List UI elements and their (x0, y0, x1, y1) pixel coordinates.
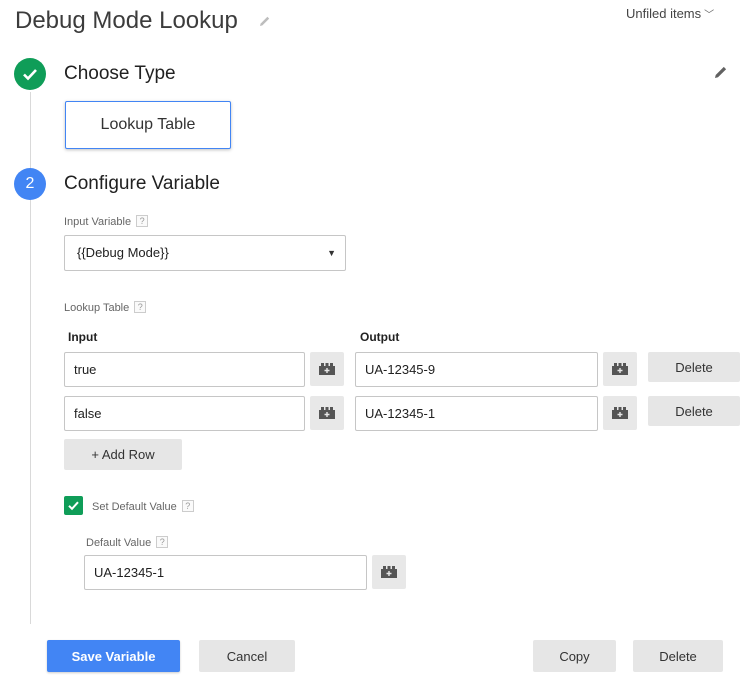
check-icon (23, 69, 37, 81)
row2-input-field[interactable]: false (64, 396, 305, 431)
help-icon[interactable]: ? (156, 536, 169, 548)
row1-output-variable-button[interactable] (603, 352, 637, 386)
folder-dropdown[interactable]: Unfiled items ﹀ (626, 6, 714, 24)
folder-label: Unfiled items (626, 6, 702, 21)
set-default-label: Set Default Value (92, 501, 177, 513)
lookup-table-label-row: Lookup Table? (64, 301, 147, 315)
chevron-down-icon: ﹀ (704, 10, 715, 21)
default-value-variable-button[interactable] (372, 555, 406, 589)
help-icon[interactable]: ? (136, 215, 149, 227)
variable-brick-icon (612, 407, 628, 419)
set-default-checkbox[interactable] (64, 496, 83, 515)
input-variable-label-row: Input Variable? (64, 215, 149, 229)
variable-brick-icon (319, 363, 335, 375)
default-value-label-row: Default Value? (86, 536, 169, 550)
help-icon[interactable]: ? (134, 301, 147, 313)
row1-delete-button[interactable]: Delete (648, 352, 740, 382)
row2-input-variable-button[interactable] (310, 396, 344, 430)
default-value-label: Default Value (86, 537, 152, 549)
delete-variable-button[interactable]: Delete (633, 640, 723, 672)
variable-brick-icon (612, 363, 628, 375)
row2-output-variable-button[interactable] (603, 396, 637, 430)
cancel-button[interactable]: Cancel (199, 640, 295, 672)
row1-output-field[interactable]: UA-12345-9 (355, 352, 598, 387)
column-header-input: Input (68, 330, 98, 344)
row2-delete-button[interactable]: Delete (648, 396, 740, 426)
step1-title: Choose Type (64, 63, 176, 84)
page-title: Debug Mode Lookup (15, 7, 238, 34)
edit-title-icon[interactable] (258, 14, 272, 28)
step2-number-badge: 2 (14, 168, 46, 200)
lookup-table-label: Lookup Table (64, 302, 130, 314)
edit-type-pencil-icon[interactable] (713, 64, 729, 80)
input-variable-value: {{Debug Mode}} (77, 245, 169, 260)
variable-brick-icon (381, 566, 397, 578)
copy-button[interactable]: Copy (533, 640, 616, 672)
set-default-label-row: Set Default Value? (92, 500, 194, 514)
input-variable-label: Input Variable (64, 216, 132, 228)
save-variable-button[interactable]: Save Variable (47, 640, 180, 672)
variable-brick-icon (319, 407, 335, 419)
variable-type-card[interactable]: Lookup Table (65, 101, 231, 149)
dropdown-arrow-icon: ▼ (327, 248, 336, 258)
column-header-output: Output (360, 330, 400, 344)
step1-complete-badge (14, 58, 46, 90)
row2-output-field[interactable]: UA-12345-1 (355, 396, 598, 431)
row1-input-field[interactable]: true (64, 352, 305, 387)
input-variable-select[interactable]: {{Debug Mode}} ▼ (64, 235, 346, 271)
add-row-button[interactable]: + Add Row (64, 439, 182, 470)
help-icon[interactable]: ? (181, 500, 194, 512)
check-icon (68, 501, 79, 511)
default-value-field[interactable]: UA-12345-1 (84, 555, 367, 590)
row1-input-variable-button[interactable] (310, 352, 344, 386)
step2-title: Configure Variable (64, 173, 220, 194)
